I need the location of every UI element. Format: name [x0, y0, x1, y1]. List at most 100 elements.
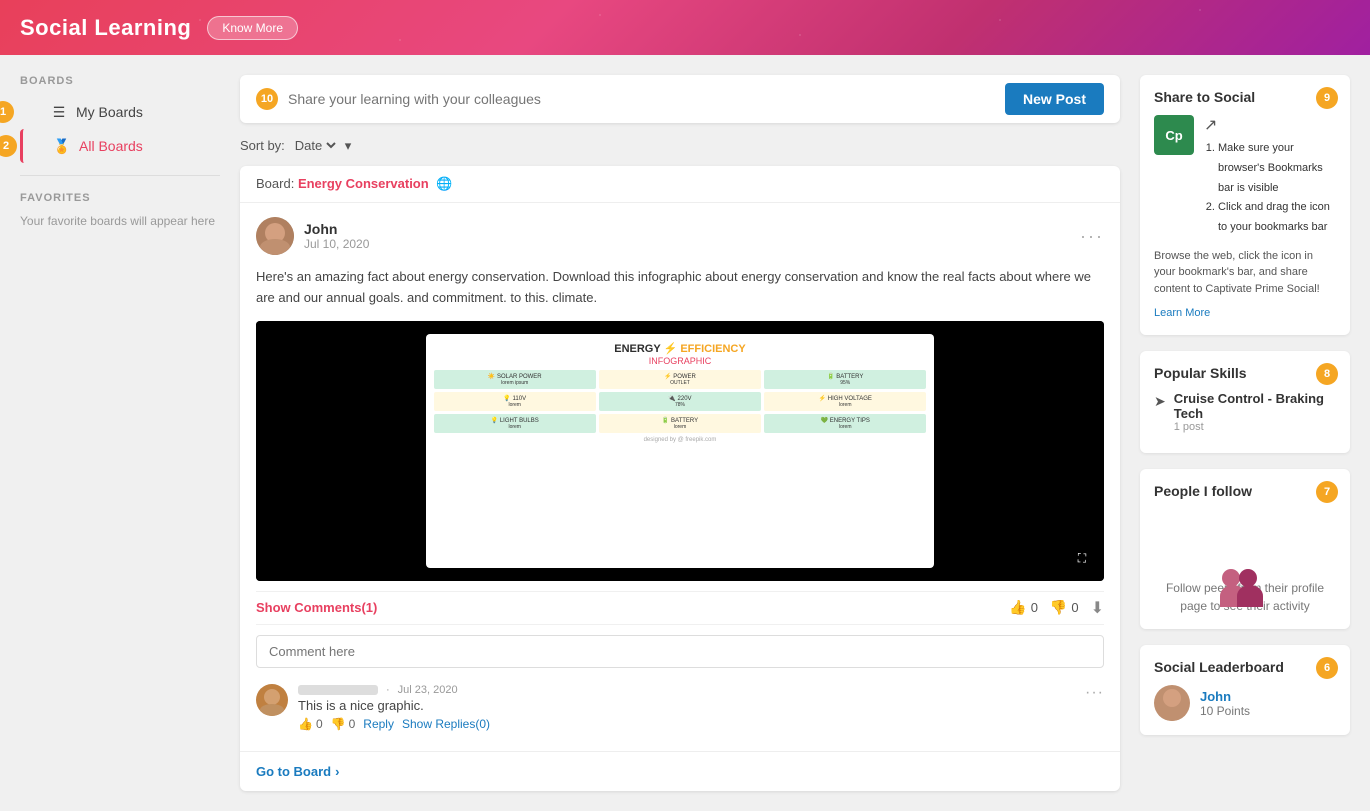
boards-section-title: BOARDS: [20, 75, 220, 87]
comment-thumbs-down-icon: 👎: [331, 717, 346, 731]
infographic-container: ENERGY ⚡ EFFICIENCY INFOGRAPHIC ☀️ SOLAR…: [256, 321, 1104, 581]
boards-icon: ☰: [50, 103, 68, 121]
share-steps-list: Make sure your browser's Bookmarks bar i…: [1204, 139, 1336, 238]
comment-like-count: 0: [316, 717, 323, 731]
comment-content: · Jul 23, 2020 This is a nice graphic. 👍…: [298, 684, 1104, 731]
share-icon-row: Cp ↗ Make sure your browser's Bookmarks …: [1154, 115, 1336, 238]
board-name-link[interactable]: Energy Conservation: [298, 176, 429, 191]
lb-user-name[interactable]: John: [1200, 689, 1336, 704]
arrow-up-icon: ↗: [1204, 117, 1217, 134]
post-body: John Jul 10, 2020 ··· Here's an amazing …: [240, 203, 1120, 751]
go-to-board-link[interactable]: Go to Board ›: [240, 751, 1120, 791]
infographic-cell-3: 🔋 BATTERY95%: [764, 370, 926, 389]
person-icon-1: [1215, 509, 1275, 569]
comment-avatar: [256, 684, 288, 716]
infographic-attribution: designed by @ freepik.com: [644, 437, 717, 443]
people-icons: [1154, 509, 1336, 569]
comment-meta: · Jul 23, 2020: [298, 684, 1104, 696]
comment-date: Jul 23, 2020: [398, 684, 458, 696]
infographic-cell-1: ☀️ SOLAR POWERlorem ipsum: [434, 370, 596, 389]
share-step-2: Click and drag the icon to your bookmark…: [1218, 198, 1336, 238]
learn-more-link[interactable]: Learn More: [1154, 307, 1210, 319]
right-sidebar: Share to Social 9 Cp ↗ Make sure your br…: [1140, 75, 1350, 791]
board-prefix: Board:: [256, 176, 294, 191]
favorites-section: FAVORITES Your favorite boards will appe…: [20, 192, 220, 230]
fullscreen-icon[interactable]: ⛶: [1070, 547, 1094, 571]
sort-select[interactable]: Date: [291, 137, 339, 154]
sort-bar: Sort by: Date ▾: [240, 137, 1120, 154]
comment-text: This is a nice graphic.: [298, 698, 1104, 713]
skill-send-icon: ➤: [1154, 393, 1166, 410]
new-post-input[interactable]: [288, 91, 1005, 107]
sidebar-item-all-boards[interactable]: 2 🏅 All Boards: [20, 129, 220, 163]
like-count: 0: [1031, 600, 1038, 615]
leaderboard-title: Social Leaderboard: [1154, 659, 1336, 675]
reply-link[interactable]: Reply: [363, 717, 394, 731]
popular-skills-section: Popular Skills 8 ➤ Cruise Control - Brak…: [1140, 351, 1350, 453]
show-comments-link[interactable]: Show Comments(1): [256, 600, 997, 615]
left-sidebar: BOARDS 1 ☰ My Boards 2 🏅 All Boards FAVO…: [20, 75, 220, 791]
skill-info: Cruise Control - Braking Tech 1 post: [1174, 391, 1336, 433]
post-actions: Show Comments(1) 👍 0 👎 0 ⬇: [256, 591, 1104, 625]
people-i-follow-section: People I follow 7 Follow pe: [1140, 469, 1350, 629]
infographic-cell-7: 💡 LIGHT BULBSlorem: [434, 414, 596, 433]
new-post-bar: 10 New Post: [240, 75, 1120, 123]
download-icon[interactable]: ⬇: [1091, 598, 1104, 618]
favorites-title: FAVORITES: [20, 192, 220, 204]
lb-user-points: 10 Points: [1200, 704, 1336, 718]
comment-input[interactable]: [256, 635, 1104, 668]
infographic-subtitle: INFOGRAPHIC: [649, 356, 712, 366]
comment-item: · Jul 23, 2020 This is a nice graphic. 👍…: [256, 678, 1104, 737]
post-author-name: John: [304, 221, 1070, 237]
people-i-follow-badge: 7: [1316, 481, 1338, 503]
my-boards-label: My Boards: [76, 104, 143, 120]
share-description: Browse the web, click the icon in your b…: [1154, 248, 1336, 298]
sidebar-item-my-boards[interactable]: 1 ☰ My Boards: [20, 95, 220, 129]
share-steps: ↗ Make sure your browser's Bookmarks bar…: [1204, 115, 1336, 238]
skill-name: Cruise Control - Braking Tech: [1174, 391, 1336, 421]
post-card: Board: Energy Conservation 🌐 John Jul 10…: [240, 166, 1120, 791]
share-step-1: Make sure your browser's Bookmarks bar i…: [1218, 139, 1336, 198]
popular-skills-badge: 8: [1316, 363, 1338, 385]
like-action[interactable]: 👍 0: [1009, 599, 1038, 616]
main-layout: BOARDS 1 ☰ My Boards 2 🏅 All Boards FAVO…: [0, 55, 1370, 811]
arrow-icon-container: ↗: [1204, 115, 1336, 135]
all-boards-icon: 🏅: [53, 137, 71, 155]
lb-info: John 10 Points: [1200, 689, 1336, 718]
comment-like-group[interactable]: 👍 0: [298, 717, 323, 731]
post-image: ENERGY ⚡ EFFICIENCY INFOGRAPHIC ☀️ SOLAR…: [256, 321, 1104, 581]
infographic-cell-5: 🔌 220V78%: [599, 392, 761, 411]
comment-dislike-count: 0: [349, 717, 356, 731]
go-to-board-label: Go to Board: [256, 764, 331, 779]
comment-thumbs-up-icon: 👍: [298, 717, 313, 731]
post-author-row: John Jul 10, 2020 ···: [256, 217, 1104, 255]
dislike-action[interactable]: 👎 0: [1050, 599, 1079, 616]
share-to-social-badge: 9: [1316, 87, 1338, 109]
new-post-badge: 10: [256, 88, 278, 110]
new-post-button[interactable]: New Post: [1005, 83, 1104, 115]
comment-separator: ·: [386, 684, 390, 696]
infographic-cell-9: 💚 ENERGY TIPSlorem: [764, 414, 926, 433]
chevron-right-icon: ›: [335, 764, 339, 779]
avatar-face: [256, 217, 294, 255]
comment-dislike-group[interactable]: 👎 0: [331, 717, 356, 731]
skill-posts: 1 post: [1174, 421, 1336, 433]
infographic-cell-2: ⚡ POWEROUTLET: [599, 370, 761, 389]
header: Social Learning Know More: [0, 0, 1370, 55]
center-content: 10 New Post Sort by: Date ▾ Board: Energ…: [240, 75, 1120, 791]
post-date: Jul 10, 2020: [304, 237, 1070, 251]
post-meta: John Jul 10, 2020: [304, 221, 1070, 251]
post-options-button[interactable]: ···: [1080, 226, 1104, 247]
comment-options-button[interactable]: ···: [1085, 684, 1104, 702]
know-more-button[interactable]: Know More: [207, 16, 298, 40]
infographic-cell-8: 🔋 BATTERYlorem: [599, 414, 761, 433]
people-i-follow-title: People I follow: [1154, 483, 1336, 499]
header-decoration: [0, 0, 1370, 55]
dislike-count: 0: [1071, 600, 1078, 615]
show-replies-link[interactable]: Show Replies(0): [402, 717, 490, 731]
comment-actions: 👍 0 👎 0 Reply Show Replies(0): [298, 717, 1104, 731]
lb-avatar: [1154, 685, 1190, 721]
comment-input-row: [256, 635, 1104, 678]
infographic-cell-4: 💡 110Vlorem: [434, 392, 596, 411]
cp-icon: Cp: [1154, 115, 1194, 155]
